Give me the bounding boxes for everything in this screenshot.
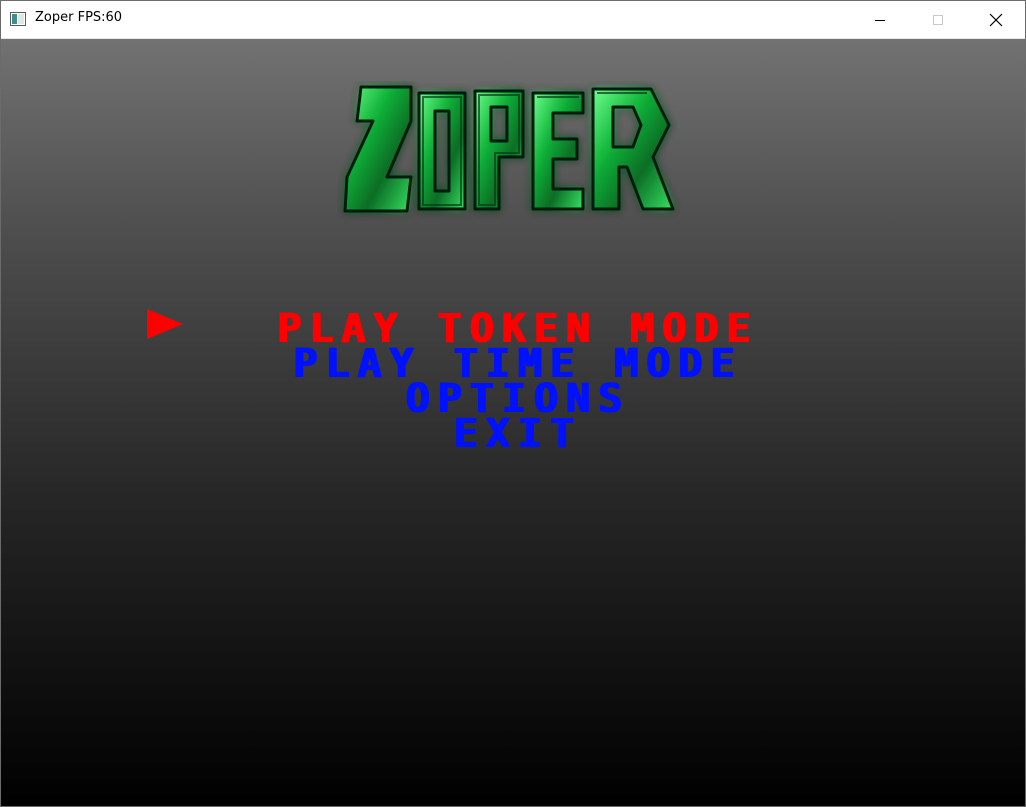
close-icon [989, 13, 1003, 26]
minimize-icon [875, 19, 885, 21]
menu-item-exit[interactable]: EXIT [5, 414, 1025, 454]
app-window: Zoper FPS:60 PLAY TOKEN MODE PLAY TIME M… [0, 0, 1026, 807]
maximize-button[interactable] [909, 1, 967, 38]
maximize-icon [933, 14, 943, 25]
zoper-logo [343, 85, 675, 213]
close-button[interactable] [967, 1, 1025, 38]
title-bar[interactable]: Zoper FPS:60 [1, 1, 1025, 39]
game-canvas[interactable]: PLAY TOKEN MODE PLAY TIME MODE OPTIONS E… [1, 39, 1025, 806]
app-window-icon [10, 12, 26, 26]
minimize-button[interactable] [851, 1, 909, 38]
window-title: Zoper FPS:60 [35, 10, 123, 25]
